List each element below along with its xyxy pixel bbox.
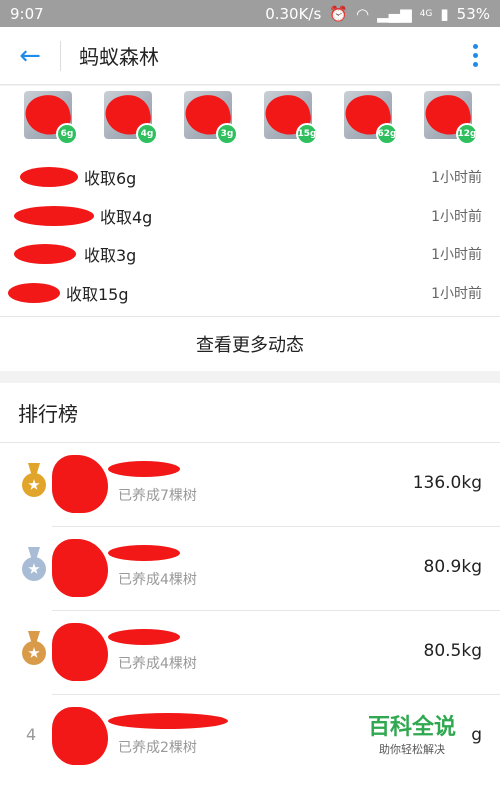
redacted-name [14,244,76,265]
energy-value: 80.5kg [423,641,483,661]
watermark-title: 百科全说 [367,715,456,740]
alarm-icon: ⏰ [329,4,348,23]
watermark-subtitle: 助你轻松解决 [379,743,445,756]
arrow-left-icon: ← [19,40,41,71]
status-bar: 9:07 0.30K/s ⏰ ◠ ▂▄▆ 4G ▮ 53% [0,0,500,27]
redacted-name [108,545,180,561]
feed-action: 收取4g [100,207,153,227]
status-time: 9:07 [10,4,44,23]
redacted-name [108,461,180,477]
activity-card: 6g 4g 3g 15g 62g 12g 收取6g 1小时前 收取4g 1小时前… [0,86,500,371]
avatar [52,707,108,765]
friend-avatar[interactable]: 3g [184,91,238,145]
avatar [52,539,108,597]
redacted-name [108,629,180,645]
list-item: 收取3g 1小时前 [0,235,500,274]
silver-medal-icon [20,547,48,587]
more-vertical-icon [472,44,478,67]
feed-action: 收取15g [66,284,129,304]
ranking-row[interactable]: 已养成7棵树 136.0kg [0,443,500,527]
feed-time: 1小时前 [431,247,482,264]
friend-avatar[interactable]: 62g [344,91,398,145]
redacted-name [20,167,78,188]
network-type: 4G [419,8,433,19]
friend-avatar[interactable]: 4g [104,91,158,145]
friend-avatar[interactable]: 15g [264,91,318,145]
trees-count: 已养成2棵树 [118,740,197,756]
battery-icon: ▮ [440,4,449,23]
energy-badge: 15g [296,123,318,145]
energy-value: g [471,725,482,745]
page-title: 蚂蚁森林 [79,45,159,69]
watermark: 百科全说 助你轻松解决 [362,715,462,757]
list-item: 收取6g 1小时前 [0,158,500,197]
header-divider [60,40,61,71]
activity-feed: 收取6g 1小时前 收取4g 1小时前 收取3g 1小时前 收取15g 1小时前 [0,158,500,312]
energy-badge: 62g [376,123,398,145]
energy-badge: 3g [216,123,238,145]
bronze-medal-icon [20,631,48,671]
app-bar: ← 蚂蚁森林 [0,27,500,85]
list-item: 收取4g 1小时前 [0,197,500,236]
redacted-name [8,282,60,303]
back-button[interactable]: ← [0,27,60,85]
energy-value: 136.0kg [412,473,482,493]
energy-badge: 12g [456,123,478,145]
trees-count: 已养成4棵树 [118,656,197,672]
feed-time: 1小时前 [431,285,482,302]
feed-time: 1小时前 [431,208,482,225]
trees-count: 已养成7棵树 [118,488,197,504]
ranking-title: 排行榜 [0,383,500,443]
view-more-activity-link[interactable]: 查看更多动态 [0,316,500,371]
friend-avatar[interactable]: 6g [24,91,78,145]
energy-value: 80.9kg [423,557,483,577]
wifi-icon: ◠ [355,4,370,23]
friends-avatar-strip: 6g 4g 3g 15g 62g 12g [0,91,500,146]
more-button[interactable] [450,27,500,85]
list-item: 收取15g 1小时前 [0,274,500,313]
energy-badge: 6g [56,123,78,145]
trees-count: 已养成4棵树 [118,572,197,588]
avatar [52,455,108,513]
friend-avatar[interactable]: 12g [424,91,478,145]
signal-icon: ▂▄▆ [377,4,412,23]
gold-medal-icon [20,463,48,503]
battery-level: 53% [456,4,490,23]
ranking-row[interactable]: 已养成4棵树 80.5kg [0,611,500,695]
redacted-name [14,205,94,226]
ranking-row[interactable]: 已养成4棵树 80.9kg [0,527,500,611]
feed-action: 收取6g [84,169,137,189]
network-speed: 0.30K/s [265,4,322,23]
redacted-name [108,713,228,729]
rank-number: 4 [26,725,37,744]
avatar [52,623,108,681]
feed-time: 1小时前 [431,170,482,187]
feed-action: 收取3g [84,246,137,266]
energy-badge: 4g [136,123,158,145]
